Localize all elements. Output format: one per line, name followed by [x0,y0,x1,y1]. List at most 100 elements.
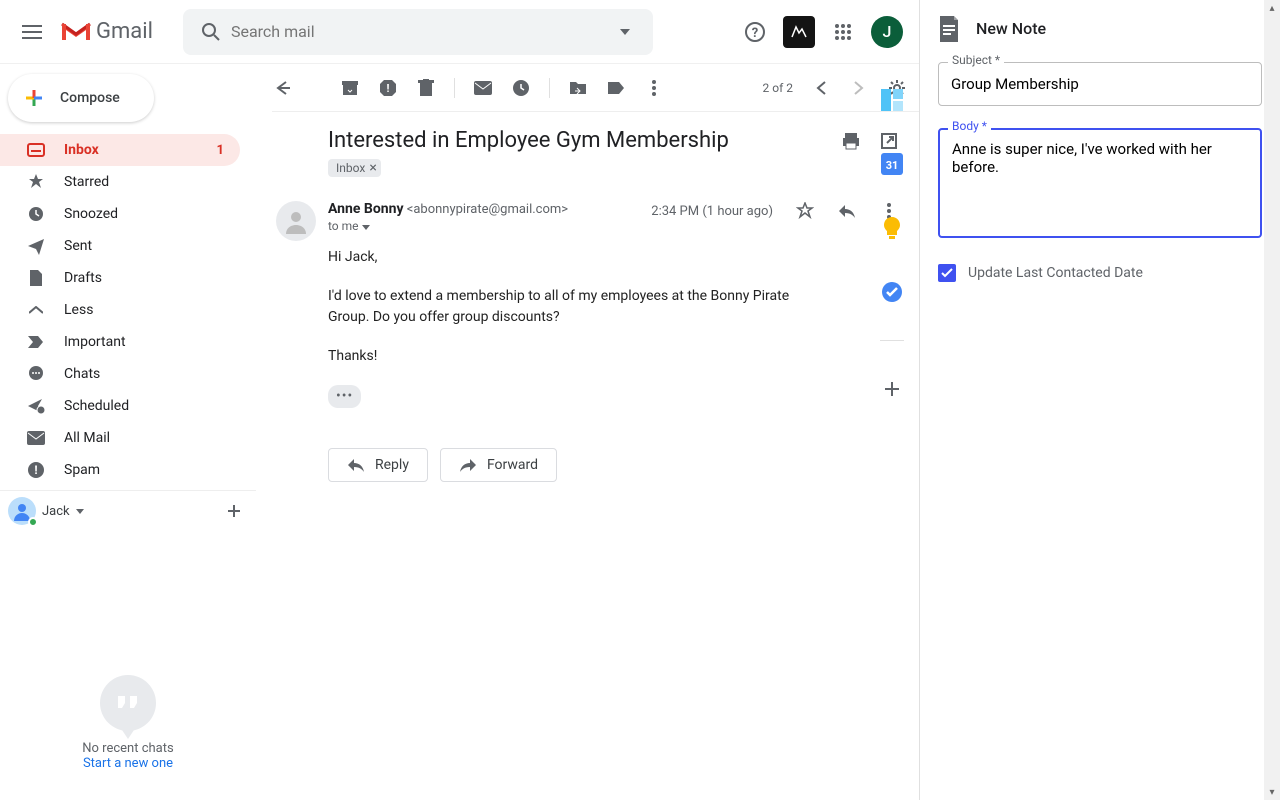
gmail-m-icon [60,20,92,44]
compose-label: Compose [60,90,120,106]
email-toolbar: ! 2 of 2 [272,64,919,112]
hangouts-empty-state: No recent chats Start a new one [8,675,248,771]
caret-down-icon [620,29,630,35]
clock-icon [26,204,46,224]
search-bar[interactable] [183,9,653,55]
gmail-wordmark: Gmail [96,19,153,44]
presence-indicator [28,517,38,527]
checkbox-label: Update Last Contacted Date [968,265,1143,281]
calendar-app[interactable]: 31 [872,144,912,184]
move-to-button[interactable] [568,78,588,98]
reply-button[interactable]: Reply [328,448,428,482]
hangouts-current-user[interactable]: Jack [8,497,248,525]
app-header: Gmail ? J [0,0,919,64]
scroll-down-button[interactable]: ▾ [1264,784,1280,800]
keep-app[interactable] [872,208,912,248]
prev-button[interactable] [811,78,831,98]
email-body: Hi Jack, I'd love to extend a membership… [328,247,828,408]
email-subject: Interested in Employee Gym Membership [328,128,729,153]
spam-icon: ! [26,460,46,480]
addon-icon [790,23,808,41]
chats-icon [26,364,46,384]
update-contacted-checkbox[interactable] [938,264,956,282]
nav-spam[interactable]: ! Spam [0,454,240,486]
sender-avatar[interactable] [276,201,316,241]
show-trimmed-button[interactable]: ••• [328,385,361,408]
star-icon [26,172,46,192]
drafts-icon [26,268,46,288]
reply-icon-button[interactable] [837,201,857,221]
scheduled-icon [26,396,46,416]
print-button[interactable] [841,131,861,151]
start-chat-link[interactable]: Start a new one [8,756,248,771]
forward-button[interactable]: Forward [440,448,557,482]
svg-text:?: ? [752,26,758,41]
search-options-button[interactable] [605,12,645,52]
back-button[interactable] [272,78,292,98]
more-button[interactable] [644,78,664,98]
search-input[interactable] [231,22,605,41]
caret-down-icon [76,509,84,514]
quote-icon [100,675,156,731]
tasks-app[interactable] [872,272,912,312]
inbox-icon [26,140,46,160]
calendar-icon: 31 [881,153,903,175]
new-chat-button[interactable] [220,497,248,525]
addon-side-panel: New Note Subject * Body * Update Last Co… [920,0,1280,800]
delete-button[interactable] [416,78,436,98]
snooze-button[interactable] [511,78,531,98]
nav-chats[interactable]: Chats [0,358,240,390]
nav-inbox[interactable]: Inbox 1 [0,134,240,166]
google-apps-button[interactable] [823,12,863,52]
nav-less[interactable]: Less [0,294,240,326]
plus-icon [226,503,242,519]
support-button[interactable]: ? [735,12,775,52]
tasks-icon [881,281,903,303]
svg-text:!: ! [387,82,390,95]
hamburger-icon [22,25,42,39]
star-button[interactable] [795,201,815,221]
person-icon [282,207,310,235]
remove-label-button[interactable]: × [369,160,376,176]
nav-starred[interactable]: Starred [0,166,240,198]
note-icon [938,16,962,40]
body-field-label: Body * [948,119,991,133]
get-addons-button[interactable] [872,369,912,409]
check-icon [940,266,954,280]
note-body-textarea[interactable] [938,128,1262,238]
archive-button[interactable] [340,78,360,98]
nav-allmail[interactable]: All Mail [0,422,240,454]
nav-scheduled[interactable]: Scheduled [0,390,240,422]
nav-important[interactable]: Important [0,326,240,358]
gmail-logo[interactable]: Gmail [60,19,153,44]
inbox-label-chip[interactable]: Inbox × [328,159,381,177]
browser-scrollbar[interactable]: ▴ ▾ [1264,0,1280,800]
sender-name: Anne Bonny [328,201,404,217]
nav-sent[interactable]: Sent [0,230,240,262]
side-panel-rail: 31 [864,64,920,409]
svg-text:!: ! [34,463,37,477]
left-sidebar: Compose Inbox 1 Starred Snoozed Sent [0,64,256,800]
plus-icon [22,86,46,110]
compose-button[interactable]: Compose [8,74,154,122]
inbox-count: 1 [217,143,224,158]
labels-button[interactable] [606,78,626,98]
chevron-up-icon [26,300,46,320]
recipient-line[interactable]: to me [328,219,568,233]
mark-unread-button[interactable] [473,78,493,98]
account-avatar[interactable]: J [871,16,903,48]
email-content: ! 2 of 2 Interested in Employee G [256,64,919,800]
addon-launcher[interactable] [783,16,815,48]
nav-drafts[interactable]: Drafts [0,262,240,294]
addon-app-1[interactable] [872,80,912,120]
scroll-up-button[interactable]: ▴ [1264,0,1280,16]
email-timestamp: 2:34 PM (1 hour ago) [651,204,773,219]
note-subject-input[interactable] [938,62,1262,106]
addon-title: New Note [976,19,1046,38]
nav-snoozed[interactable]: Snoozed [0,198,240,230]
main-menu-button[interactable] [8,8,56,56]
reply-arrow-icon [347,458,365,472]
search-icon[interactable] [191,12,231,52]
report-spam-button[interactable]: ! [378,78,398,98]
hangouts-section: Jack No recent chats Start a new one [0,490,256,771]
